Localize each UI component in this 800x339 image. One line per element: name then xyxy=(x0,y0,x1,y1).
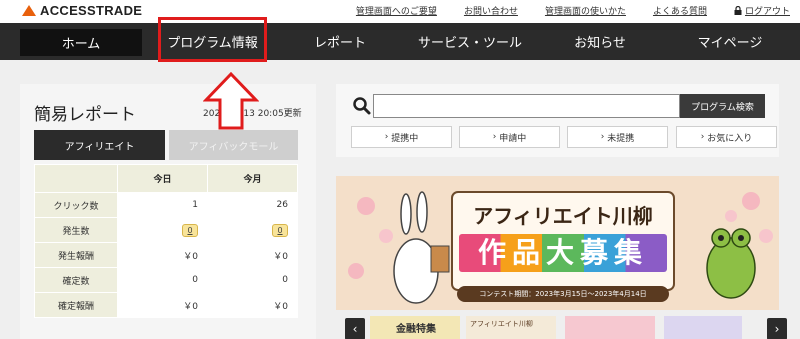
filter-affiliated[interactable]: › 提携中 xyxy=(351,126,452,148)
logout-label: ログアウト xyxy=(744,7,790,17)
table-row: クリック数 1 26 xyxy=(34,192,298,218)
row-label: クリック数 xyxy=(34,192,118,218)
nav-mypage[interactable]: マイページ xyxy=(680,23,780,60)
carousel-next-button[interactable]: › xyxy=(767,318,787,339)
report-table: 今日 今月 クリック数 1 26 発生数 0 0 発生報酬 ￥0 ￥0 確定数 xyxy=(34,164,298,318)
table-row: 発生数 0 0 xyxy=(34,217,298,243)
month-value: 26 xyxy=(207,192,298,218)
carousel-thumb-finance[interactable]: 金融特集 xyxy=(370,316,460,339)
occurrence-today-badge[interactable]: 0 xyxy=(182,223,198,237)
tab-affiliate[interactable]: アフィリエイト xyxy=(34,130,165,160)
occurrence-month-badge[interactable]: 0 xyxy=(272,223,288,237)
row-label: 発生数 xyxy=(34,217,118,243)
carousel-thumb-3[interactable] xyxy=(565,316,655,339)
top-bar: ACCESSTRADE 管理画面へのご要望 お問い合わせ 管理画面の使いかた よ… xyxy=(0,0,800,23)
lock-icon xyxy=(734,6,742,15)
banner-period: コンテスト期間：2023年3月15日～2023年4月14日 xyxy=(479,290,647,298)
utility-links: 管理画面へのご要望 お問い合わせ 管理画面の使いかた よくある質問 ログアウト xyxy=(329,4,790,17)
feedback-link[interactable]: 管理画面へのご要望 xyxy=(356,4,437,17)
header-month: 今月 xyxy=(207,164,298,193)
today-value: ￥0 xyxy=(117,242,208,268)
thumb-label: 金融特集 xyxy=(396,324,436,335)
report-tabs: アフィリエイト アフィバックモール xyxy=(34,130,298,160)
brand-logo[interactable]: ACCESSTRADE xyxy=(22,3,142,18)
header-blank xyxy=(34,164,118,193)
month-value: 0 xyxy=(207,267,298,293)
quick-report-panel: 簡易レポート 2023/03/13 20:05更新 アフィリエイト アフィバック… xyxy=(20,84,316,339)
program-search-input[interactable] xyxy=(373,94,680,118)
month-value: ￥0 xyxy=(207,242,298,268)
highlight-annotation xyxy=(158,17,267,62)
filter-favorites[interactable]: › お気に入り xyxy=(676,126,777,148)
row-label: 確定報酬 xyxy=(34,292,118,318)
nav-home[interactable]: ホーム xyxy=(20,29,142,56)
month-value: ￥0 xyxy=(207,292,298,318)
banner-subtitle: 作品大募集 xyxy=(459,234,667,272)
brand-name: ACCESSTRADE xyxy=(40,3,143,18)
filter-label: 提携中 xyxy=(391,133,419,144)
filter-not-affiliated[interactable]: › 未提携 xyxy=(567,126,668,148)
banner-carousel: ‹ 金融特集 アフィリエイト川柳 › xyxy=(336,316,787,339)
logo-icon xyxy=(22,5,36,16)
carousel-thumb-4[interactable] xyxy=(664,316,742,339)
faq-link[interactable]: よくある質問 xyxy=(653,4,707,17)
table-row: 確定報酬 ￥0 ￥0 xyxy=(34,292,298,318)
filter-applying[interactable]: › 申請中 xyxy=(459,126,560,148)
main-nav: ホーム プログラム情報 レポート サービス・ツール お知らせ マイページ xyxy=(0,23,800,60)
carousel-thumb-senryu[interactable]: アフィリエイト川柳 xyxy=(466,316,556,339)
search-icon xyxy=(353,97,371,115)
senryu-contest-banner[interactable]: アフィリエイト川柳 作品大募集 コンテスト期間：2023年3月15日～2023年… xyxy=(336,176,779,310)
row-label: 確定数 xyxy=(34,267,118,293)
howto-link[interactable]: 管理画面の使いかた xyxy=(545,4,626,17)
program-search-panel: プログラム検索 › 提携中 › 申請中 › 未提携 › お気に入り xyxy=(336,84,779,157)
filter-label: 未提携 xyxy=(607,133,635,144)
banner-title: アフィリエイト川柳 xyxy=(473,204,653,228)
nav-report[interactable]: レポート xyxy=(290,23,390,60)
today-value: 0 xyxy=(117,267,208,293)
row-label: 発生報酬 xyxy=(34,242,118,268)
today-value: 1 xyxy=(117,192,208,218)
table-row: 発生報酬 ￥0 ￥0 xyxy=(34,242,298,268)
today-value: ￥0 xyxy=(117,292,208,318)
filter-label: お気に入り xyxy=(707,133,753,144)
report-title: 簡易レポート xyxy=(34,105,136,125)
program-search-button[interactable]: プログラム検索 xyxy=(680,94,765,118)
nav-services-tools[interactable]: サービス・ツール xyxy=(405,23,535,60)
nav-news[interactable]: お知らせ xyxy=(555,23,645,60)
table-row: 確定数 0 0 xyxy=(34,267,298,293)
header-today: 今日 xyxy=(117,164,208,193)
logout-link[interactable]: ログアウト xyxy=(734,4,790,17)
thumb-label: アフィリエイト川柳 xyxy=(470,320,533,328)
up-arrow-annotation xyxy=(203,72,259,130)
tab-affiback-mall[interactable]: アフィバックモール xyxy=(169,130,298,160)
filter-label: 申請中 xyxy=(499,133,527,144)
carousel-prev-button[interactable]: ‹ xyxy=(345,318,365,339)
contact-link[interactable]: お問い合わせ xyxy=(464,4,518,17)
